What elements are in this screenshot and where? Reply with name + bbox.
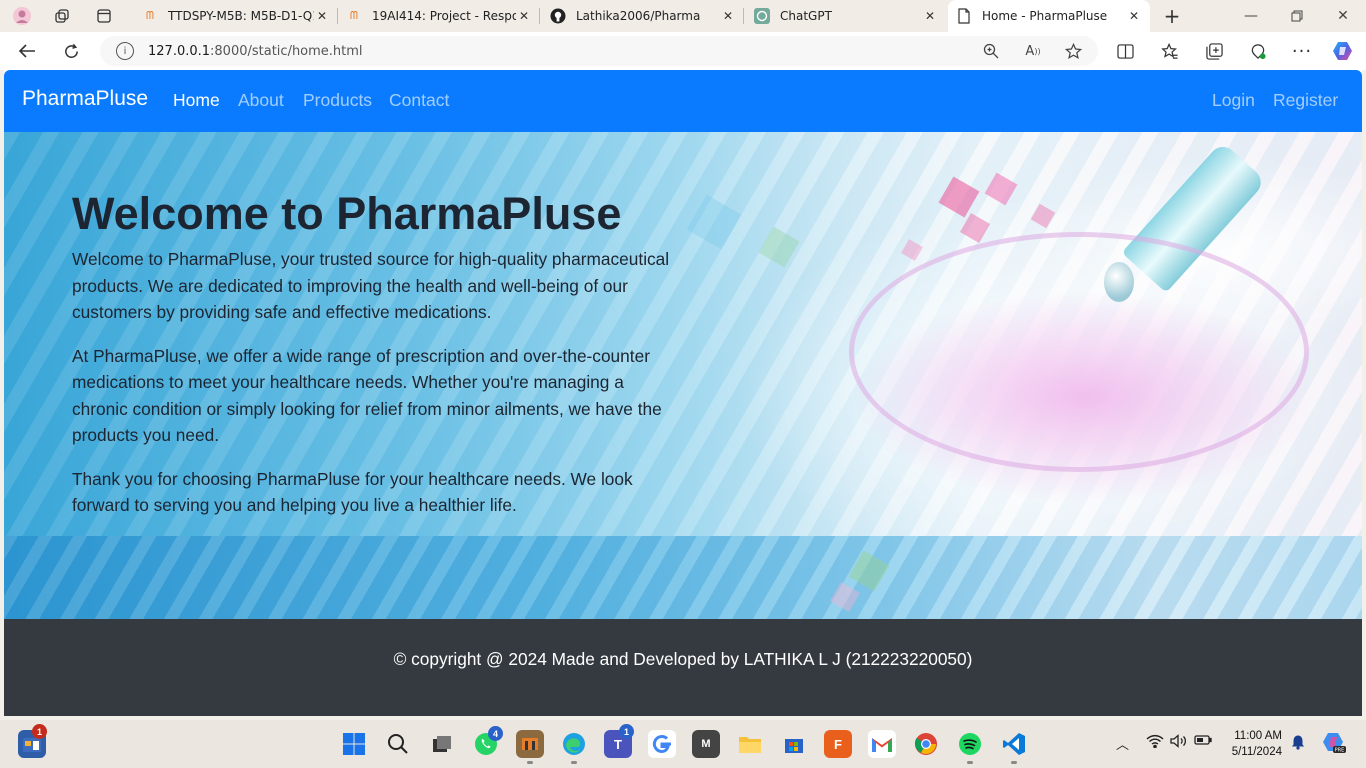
chatgpt-icon xyxy=(754,8,770,24)
vertical-tabs-icon[interactable] xyxy=(90,4,118,28)
nav-register-link[interactable]: Register xyxy=(1273,90,1338,111)
favorite-star-icon[interactable] xyxy=(1062,42,1084,60)
spotify-icon[interactable] xyxy=(956,730,984,764)
file-explorer-icon[interactable] xyxy=(736,730,764,758)
petri-dish-image xyxy=(849,232,1309,472)
running-indicator xyxy=(527,761,533,764)
decor-shape xyxy=(938,176,980,218)
widgets-icon[interactable]: 1 xyxy=(18,724,47,758)
tab-github[interactable]: Lathika2006/Pharma ✕ xyxy=(542,2,744,30)
decor-shape xyxy=(1030,203,1056,229)
start-windows-icon[interactable] xyxy=(340,730,368,758)
site-navbar: PharmaPluse Home About Products Contact … xyxy=(4,70,1362,132)
whatsapp-icon[interactable]: 4 xyxy=(472,726,503,758)
windows-taskbar: 1 4 T 1 M F ︿ 11:00 AM 5/11/2024 PRE xyxy=(0,720,1366,768)
volume-icon[interactable] xyxy=(1170,734,1188,752)
copilot-icon[interactable] xyxy=(1328,37,1358,65)
hero-paragraph-3: Thank you for choosing PharmaPluse for y… xyxy=(72,468,633,516)
gmail-icon[interactable] xyxy=(868,730,896,758)
browser-toolbar: i 127.0.0.1:8000/static/home.html A)) ··… xyxy=(0,32,1366,70)
fiverr-pro-icon[interactable]: F xyxy=(824,730,852,758)
close-icon[interactable]: ✕ xyxy=(720,9,736,23)
tab-chatgpt[interactable]: ChatGPT ✕ xyxy=(746,2,946,30)
hero-paragraph-2: At PharmaPluse, we offer a wide range of… xyxy=(72,345,662,446)
chevron-up-icon[interactable]: ︿ xyxy=(1116,734,1129,753)
nav-products-link[interactable]: Products xyxy=(303,90,372,111)
footer-copyright: © copyright @ 2024 Made and Developed by… xyxy=(393,649,973,669)
hero-bottom-band xyxy=(4,536,1362,619)
back-icon[interactable] xyxy=(12,37,42,65)
vscode-icon[interactable] xyxy=(1000,730,1028,764)
google-icon[interactable] xyxy=(648,730,676,758)
site-brand[interactable]: PharmaPluse xyxy=(22,87,148,111)
svg-text:PRE: PRE xyxy=(1335,748,1345,754)
decor-shape xyxy=(984,172,1018,206)
search-icon[interactable] xyxy=(384,730,412,758)
running-indicator xyxy=(967,761,973,764)
new-tab-icon[interactable]: + xyxy=(1158,4,1186,28)
profile-avatar-icon[interactable] xyxy=(8,4,36,28)
battery-icon[interactable] xyxy=(1194,734,1212,750)
collections-icon[interactable] xyxy=(1199,37,1229,65)
teams-icon[interactable]: T 1 xyxy=(604,724,634,758)
copilot-preview-icon[interactable]: PRE xyxy=(1322,732,1346,758)
tab-19ai414[interactable]: ᗰ 19AI414: Project - Respon ✕ xyxy=(338,2,540,30)
site-footer: © copyright @ 2024 Made and Developed by… xyxy=(4,619,1362,716)
decor-shape xyxy=(901,239,923,261)
read-aloud-icon[interactable]: A)) xyxy=(1022,42,1044,60)
close-icon[interactable]: ✕ xyxy=(516,9,532,23)
close-icon[interactable]: ✕ xyxy=(922,9,938,23)
tab-ttdspy[interactable]: ᗰ TTDSPY-M5B: M5B-D1-Q1 ✕ xyxy=(134,2,338,30)
workspaces-icon[interactable] xyxy=(48,4,76,28)
refresh-icon[interactable] xyxy=(56,37,86,65)
window-close-icon[interactable]: ✕ xyxy=(1320,0,1366,32)
restore-icon[interactable] xyxy=(1274,0,1320,32)
chrome-icon[interactable] xyxy=(912,730,940,758)
wifi-icon[interactable] xyxy=(1146,734,1164,752)
hero-section: Welcome to PharmaPluse Welcome to Pharma… xyxy=(4,132,1362,619)
moodle-icon: ᗰ xyxy=(350,9,358,22)
decor-shape xyxy=(848,550,890,592)
decor-shape xyxy=(829,581,861,613)
decor-shape xyxy=(686,194,742,250)
address-bar[interactable]: i 127.0.0.1:8000/static/home.html A)) xyxy=(100,36,1098,66)
decor-shape xyxy=(758,226,800,268)
nav-about-link[interactable]: About xyxy=(238,90,284,111)
minimize-icon[interactable]: — xyxy=(1228,0,1274,32)
github-icon xyxy=(550,8,566,24)
edge-icon[interactable] xyxy=(560,730,588,764)
moodle-icon: ᗰ xyxy=(146,9,154,22)
clock-time: 11:00 AM xyxy=(1234,730,1282,742)
page-icon xyxy=(956,8,972,24)
zoom-icon[interactable] xyxy=(980,42,1002,60)
system-clock[interactable]: 11:00 AM 5/11/2024 xyxy=(1218,728,1282,760)
split-screen-icon[interactable] xyxy=(1110,37,1140,65)
running-indicator xyxy=(1011,761,1017,764)
browser-tab-strip: ᗰ TTDSPY-M5B: M5B-D1-Q1 ✕ ᗰ 19AI414: Pro… xyxy=(0,0,1366,32)
browser-essentials-icon[interactable] xyxy=(1243,37,1273,65)
notification-bell-icon[interactable] xyxy=(1290,734,1306,754)
whatsapp-badge: 4 xyxy=(488,726,503,741)
hero-title: Welcome to PharmaPluse xyxy=(72,188,622,239)
m-app-icon[interactable]: M xyxy=(692,730,720,758)
teams-badge: 1 xyxy=(619,724,634,739)
close-icon[interactable]: ✕ xyxy=(314,9,330,23)
hero-paragraph-1: Welcome to PharmaPluse, your trusted sou… xyxy=(72,249,670,322)
widgets-badge: 1 xyxy=(32,724,47,739)
favorites-icon[interactable] xyxy=(1155,37,1185,65)
running-indicator xyxy=(571,761,577,764)
microsoft-store-icon[interactable] xyxy=(780,730,808,758)
nav-home-link[interactable]: Home xyxy=(173,90,220,111)
more-options-icon[interactable]: ··· xyxy=(1287,37,1317,65)
site-info-icon[interactable]: i xyxy=(116,42,134,60)
nav-contact-link[interactable]: Contact xyxy=(389,90,449,111)
nav-login-link[interactable]: Login xyxy=(1212,90,1255,111)
task-view-icon[interactable] xyxy=(428,730,456,758)
hero-content: Welcome to PharmaPluse Welcome to Pharma… xyxy=(72,186,672,536)
clock-date: 5/11/2024 xyxy=(1231,746,1282,758)
tab-home-pharmapluse[interactable]: Home - PharmaPluse ✕ xyxy=(948,0,1150,32)
xampp-icon[interactable] xyxy=(516,730,544,764)
page-viewport: PharmaPluse Home About Products Contact … xyxy=(4,70,1362,716)
close-icon[interactable]: ✕ xyxy=(1126,9,1142,23)
